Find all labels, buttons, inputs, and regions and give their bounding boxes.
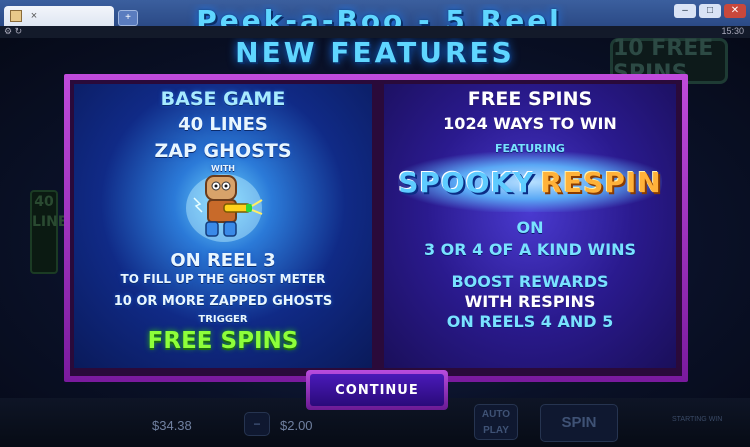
kind-wins-text: 3 OR 4 OF A KIND WINS bbox=[423, 240, 637, 259]
continue-label: CONTINUE bbox=[310, 374, 444, 406]
features-frame: BASE GAME 40 LINES ZAP GHOSTS WITH ON RE… bbox=[64, 74, 688, 382]
auto-play-button[interactable]: AUTO PLAY bbox=[474, 404, 518, 440]
window-controls: – □ ✕ bbox=[674, 4, 746, 18]
on-reels-text: ON REELS 4 AND 5 bbox=[446, 312, 614, 331]
lines-indicator: 40 LINES bbox=[30, 190, 78, 274]
close-window-button[interactable]: ✕ bbox=[724, 4, 746, 18]
starting-win-label: STARTING WIN bbox=[672, 416, 723, 423]
lines-text: 40 LINES bbox=[178, 114, 268, 135]
spin-button[interactable]: SPIN bbox=[540, 404, 618, 442]
continue-button[interactable]: CONTINUE bbox=[306, 370, 448, 410]
page-title: NEW FEATURES bbox=[235, 38, 515, 69]
on-reel-text: ON REEL 3 bbox=[170, 250, 276, 271]
minimize-button[interactable]: – bbox=[674, 4, 696, 18]
free-spins-panel: FREE SPINS 1024 WAYS TO WIN FEATURING SP… bbox=[384, 84, 676, 368]
features-frame-inner: BASE GAME 40 LINES ZAP GHOSTS WITH ON RE… bbox=[70, 80, 682, 376]
browser-tab[interactable]: Peek-a-Boo - 5 Reel × bbox=[4, 4, 559, 37]
base-game-panel: BASE GAME 40 LINES ZAP GHOSTS WITH ON RE… bbox=[74, 84, 372, 368]
clock: 15:30 bbox=[721, 26, 744, 36]
on-text: ON bbox=[516, 218, 544, 237]
base-game-heading: BASE GAME bbox=[160, 88, 286, 110]
free-spins-text: FREE SPINS bbox=[147, 328, 299, 354]
zapped-ghosts-text: 10 OR MORE ZAPPED GHOSTS bbox=[113, 294, 333, 309]
bet-minus-button[interactable]: − bbox=[244, 412, 270, 436]
fill-meter-text: TO FILL UP THE GHOST METER bbox=[120, 272, 326, 286]
boost-rewards-text: BOOST REWARDS bbox=[451, 272, 609, 291]
balance-value: $34.38 bbox=[152, 418, 192, 433]
browser-tab-bar: Peek-a-Boo - 5 Reel × + – □ ✕ bbox=[0, 0, 750, 37]
spooky-respin-logo: SPOOKY RESPIN bbox=[398, 152, 662, 212]
ghost-zapper-character-icon bbox=[186, 174, 263, 242]
tools-icons[interactable]: ⚙ ↻ bbox=[4, 26, 22, 37]
trigger-text: TRIGGER bbox=[198, 314, 248, 325]
with-respins-text: WITH RESPINS bbox=[464, 292, 596, 311]
bet-value: $2.00 bbox=[280, 418, 313, 433]
logo-spooky-text: SPOOKY bbox=[398, 165, 535, 199]
maximize-button[interactable]: □ bbox=[699, 4, 721, 18]
ways-to-win-text: 1024 WAYS TO WIN bbox=[443, 114, 617, 133]
new-tab-button[interactable]: + bbox=[118, 10, 138, 26]
zap-ghosts-text: ZAP GHOSTS bbox=[154, 140, 292, 162]
free-spins-heading: FREE SPINS bbox=[467, 88, 593, 110]
browser-toolbar: ⚙ ↻ 15:30 bbox=[0, 26, 750, 38]
logo-respin-text: RESPIN bbox=[540, 165, 662, 199]
game-area: 10 FREE SPINS 40 LINES $34.38 − $2.00 AU… bbox=[0, 38, 750, 447]
